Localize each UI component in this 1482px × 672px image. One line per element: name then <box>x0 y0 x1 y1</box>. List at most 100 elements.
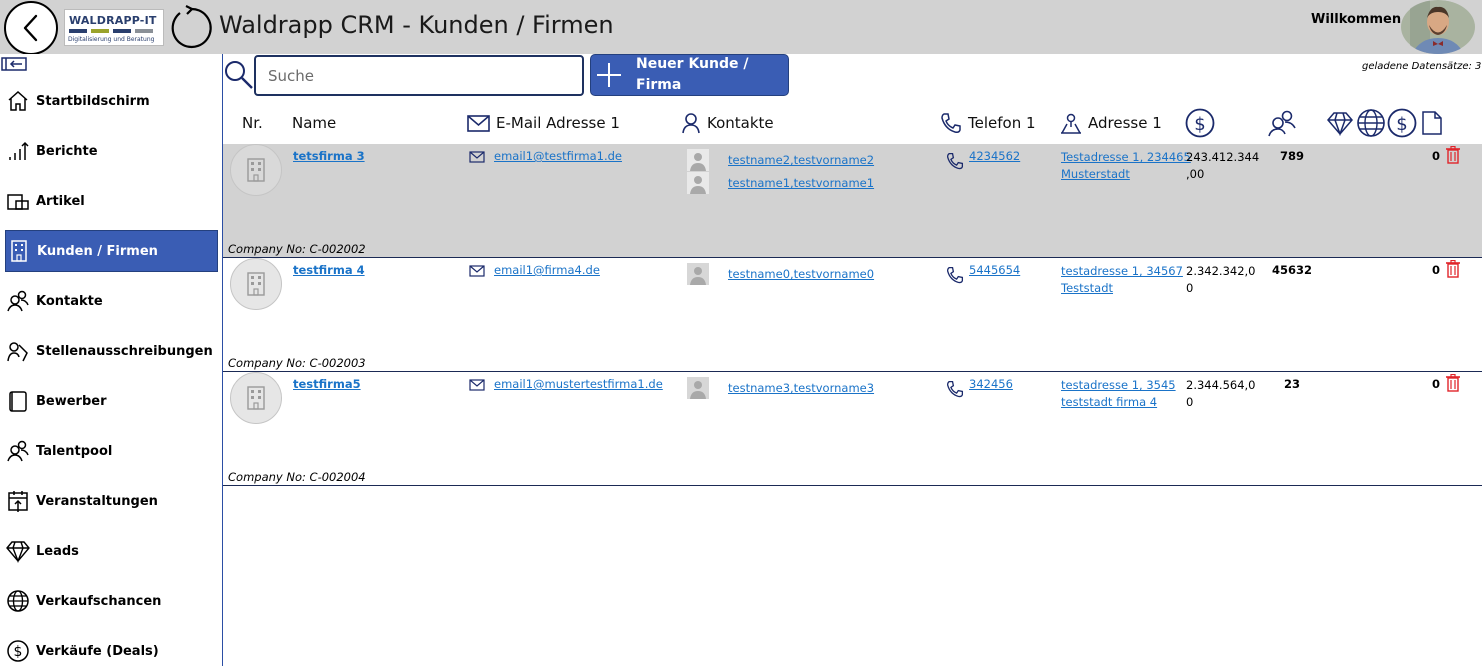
phone-link[interactable]: 342456 <box>969 377 1013 391</box>
column-header-email[interactable]: E-Mail Adresse 1 <box>467 108 620 138</box>
contact-entry[interactable]: testname3,testvorname3 <box>687 377 874 399</box>
contact-link[interactable]: testname1,testvorname1 <box>728 176 874 190</box>
contact-avatar <box>687 263 709 285</box>
contact-entry[interactable]: testname0,testvorname0 <box>687 263 874 285</box>
delete-icon[interactable] <box>1446 146 1460 164</box>
phone-link[interactable]: 4234562 <box>969 149 1020 163</box>
column-header-contacts[interactable]: Kontakte <box>681 108 774 138</box>
sidebar: Startbildschirm Berichte Artikel Kunden … <box>0 54 223 666</box>
column-header-amount[interactable]: $ <box>1185 108 1221 138</box>
sidebar-item-label: Artikel <box>36 193 85 209</box>
new-customer-button[interactable]: Neuer Kunde / Firma <box>590 54 789 96</box>
chevron-left-icon <box>23 14 38 42</box>
company-number: Company No: C-002003 <box>228 356 366 370</box>
column-header-label: Telefon 1 <box>968 114 1036 132</box>
sidebar-item-label: Bewerber <box>36 393 107 409</box>
sidebar-item-leads[interactable]: Leads <box>5 530 218 572</box>
column-header-deals[interactable]: $ <box>1387 108 1423 138</box>
phone-link[interactable]: 5445654 <box>969 263 1020 277</box>
building-icon <box>247 386 265 410</box>
column-header-name[interactable]: Name <box>292 108 336 138</box>
phone-icon <box>946 152 964 170</box>
contact-link[interactable]: testname2,testvorname2 <box>728 153 874 167</box>
contact-avatar <box>687 377 709 399</box>
logo-bar <box>113 29 131 33</box>
sidebar-item-startbildschirm[interactable]: Startbildschirm <box>5 80 218 122</box>
sidebar-item-kunden-firmen[interactable]: Kunden / Firmen <box>5 230 218 272</box>
revenue-amount: 2.342.342,00 <box>1186 264 1256 295</box>
sidebar-item-bewerber[interactable]: Bewerber <box>5 380 218 422</box>
column-header-label: E-Mail Adresse 1 <box>496 114 620 132</box>
sidebar-item-stellenausschreibungen[interactable]: Stellenausschreibungen <box>5 330 218 372</box>
sidebar-item-veranstaltungen[interactable]: Veranstaltungen <box>5 480 218 522</box>
sidebar-item-kontakte[interactable]: Kontakte <box>5 280 218 322</box>
document-count: 0 <box>1431 377 1440 391</box>
dollar-icon: $ <box>1185 108 1215 138</box>
sidebar-item-label: Kontakte <box>36 293 103 309</box>
table-row[interactable]: tetsfirma 3 email1@testfirma1.de testnam… <box>223 144 1482 258</box>
contacts-icon <box>5 288 31 314</box>
sidebar-item-label: Verkäufe (Deals) <box>36 643 159 659</box>
delete-icon[interactable] <box>1446 260 1460 278</box>
table-row[interactable]: testfirma 4 email1@firma4.de testname0,t… <box>223 258 1482 372</box>
back-button[interactable] <box>4 1 58 55</box>
email-link[interactable]: email1@testfirma1.de <box>494 149 622 163</box>
refresh-button[interactable] <box>167 4 215 52</box>
talentpool-icon <box>5 438 31 464</box>
document-count: 0 <box>1431 149 1440 163</box>
revenue-amount: 243.412.344,00 <box>1186 150 1260 181</box>
company-thumbnail <box>230 258 282 310</box>
globe-icon <box>1357 109 1385 137</box>
table-row[interactable]: testfirma5 email1@mustertestfirma1.de te… <box>223 372 1482 486</box>
column-header-documents[interactable] <box>1421 108 1449 138</box>
contact-avatar <box>687 149 709 171</box>
address-link[interactable]: Testadresse 1, 234465 Musterstadt <box>1061 149 1191 183</box>
company-name-link[interactable]: testfirma5 <box>293 377 361 391</box>
sidebar-item-label: Startbildschirm <box>36 93 150 109</box>
building-icon <box>247 158 265 182</box>
delete-icon[interactable] <box>1446 374 1460 392</box>
user-avatar[interactable] <box>1400 0 1476 54</box>
address-link[interactable]: testadresse 1, 34567 Teststadt <box>1061 263 1191 297</box>
company-number: Company No: C-002002 <box>228 242 366 256</box>
search-icon <box>224 60 254 90</box>
contact-count: 45632 <box>1271 263 1312 277</box>
document-count: 0 <box>1431 263 1440 277</box>
email-link[interactable]: email1@mustertestfirma1.de <box>494 377 663 391</box>
contacts-icon <box>1268 110 1296 137</box>
contact-count: 789 <box>1279 149 1304 163</box>
company-name-link[interactable]: testfirma 4 <box>293 263 365 277</box>
dollar-icon: $ <box>5 638 31 664</box>
collapse-sidebar-button[interactable] <box>1 56 27 71</box>
column-header-address[interactable]: Adresse 1 <box>1060 108 1162 138</box>
mail-icon <box>469 379 485 391</box>
column-header-contact-count[interactable] <box>1267 108 1303 138</box>
mail-icon <box>469 265 485 277</box>
svg-text:$: $ <box>14 644 23 660</box>
column-header-label: Name <box>292 114 337 132</box>
company-name-link[interactable]: tetsfirma 3 <box>293 149 365 163</box>
contact-count: 23 <box>1283 377 1300 391</box>
search-input[interactable] <box>254 55 584 96</box>
address-link[interactable]: testadresse 1, 3545 teststadt firma 4 <box>1061 377 1191 411</box>
company-thumbnail <box>230 144 282 196</box>
contact-link[interactable]: testname3,testvorname3 <box>728 381 874 395</box>
contact-avatar <box>687 172 709 194</box>
contact-entry[interactable]: testname1,testvorname1 <box>687 172 874 194</box>
column-header-phone[interactable]: Telefon 1 <box>940 108 1036 138</box>
phone-icon <box>946 266 964 284</box>
diamond-icon <box>5 538 31 564</box>
sidebar-item-verkaufschancen[interactable]: Verkaufschancen <box>5 580 218 622</box>
sidebar-item-talentpool[interactable]: Talentpool <box>5 430 218 472</box>
building-icon <box>6 238 32 264</box>
jobs-icon <box>5 338 31 364</box>
contact-entry[interactable]: testname2,testvorname2 <box>687 149 874 171</box>
sidebar-item-berichte[interactable]: Berichte <box>5 130 218 172</box>
contact-link[interactable]: testname0,testvorname0 <box>728 267 874 281</box>
sidebar-item-artikel[interactable]: Artikel <box>5 180 218 222</box>
phone-icon <box>941 113 961 133</box>
column-header-label: Nr. <box>242 114 263 132</box>
column-header-leads[interactable] <box>1326 108 1360 138</box>
email-link[interactable]: email1@firma4.de <box>494 263 600 277</box>
sidebar-item-label: Stellenausschreibungen <box>36 343 213 359</box>
